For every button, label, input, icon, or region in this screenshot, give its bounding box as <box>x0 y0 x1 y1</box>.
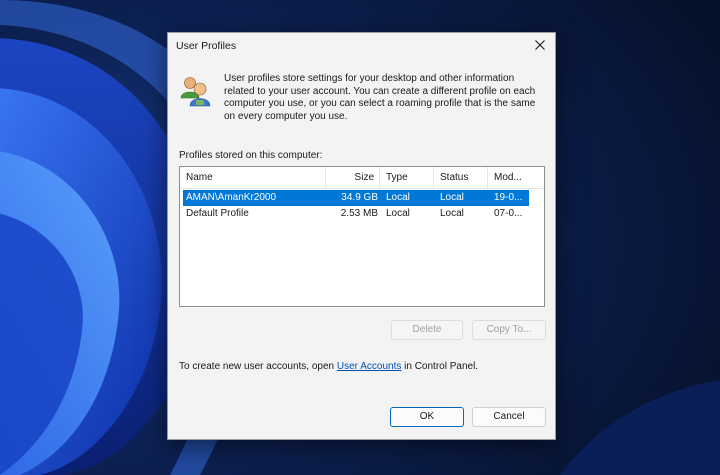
footer-suffix: in Control Panel. <box>401 361 479 372</box>
column-header-name[interactable]: Name <box>180 167 326 188</box>
ok-button[interactable]: OK <box>390 407 464 427</box>
table-row[interactable]: Default Profile 2.53 MB Local Local 07-0… <box>183 206 529 222</box>
row-name: Default Profile <box>186 208 249 219</box>
user-accounts-link[interactable]: User Accounts <box>337 361 401 372</box>
row-size: 34.9 GB <box>341 192 378 203</box>
cancel-button[interactable]: Cancel <box>472 407 546 427</box>
row-size: 2.53 MB <box>340 208 378 219</box>
profiles-list[interactable]: Name Size Type Status Mod... AMAN\AmanKr… <box>179 166 545 307</box>
row-name: AMAN\AmanKr2000 <box>186 192 277 203</box>
close-button[interactable] <box>525 33 555 59</box>
table-row[interactable]: AMAN\AmanKr2000 34.9 GB Local Local 19-0… <box>183 190 529 206</box>
close-icon <box>535 40 545 50</box>
profiles-list-label: Profiles stored on this computer: <box>179 150 323 161</box>
delete-button[interactable]: Delete <box>391 320 463 340</box>
row-status: Local <box>440 192 464 203</box>
column-header-size[interactable]: Size <box>326 167 380 188</box>
user-profiles-dialog: User Profiles User profiles store settin… <box>167 32 556 440</box>
list-header: Name Size Type Status Mod... <box>180 167 544 189</box>
row-status: Local <box>440 208 464 219</box>
copy-to-button[interactable]: Copy To... <box>472 320 546 340</box>
row-modified: 19-0... <box>494 192 523 203</box>
row-type: Local <box>386 192 410 203</box>
column-header-modified[interactable]: Mod... <box>488 167 530 188</box>
dialog-title: User Profiles <box>176 40 237 52</box>
footer-text: To create new user accounts, open User A… <box>179 361 478 372</box>
row-modified: 07-0... <box>494 208 523 219</box>
dialog-description: User profiles store settings for your de… <box>224 73 536 122</box>
column-header-type[interactable]: Type <box>380 167 434 188</box>
column-header-status[interactable]: Status <box>434 167 488 188</box>
row-type: Local <box>386 208 410 219</box>
footer-prefix: To create new user accounts, open <box>179 361 337 372</box>
title-bar[interactable]: User Profiles <box>168 33 555 59</box>
user-profiles-icon <box>179 74 213 108</box>
